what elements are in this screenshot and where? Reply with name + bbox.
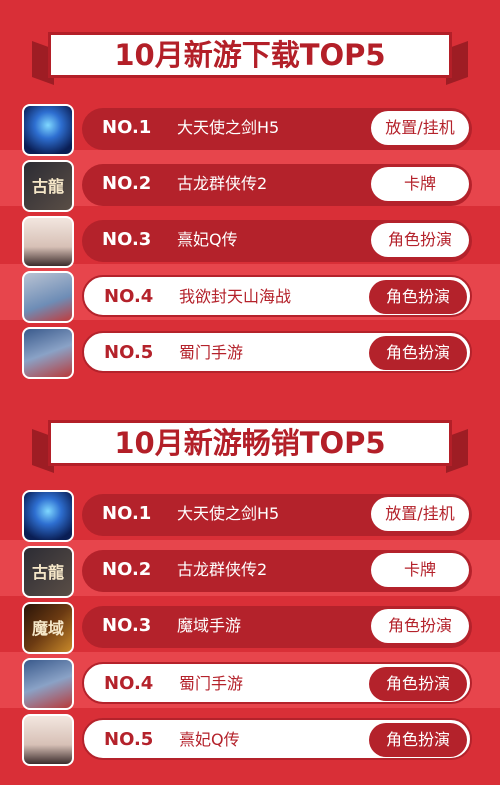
section-title-bestseller: 10月新游畅销TOP5 (48, 420, 452, 466)
shumen-hero-icon (22, 327, 74, 379)
shumen-hero-icon (22, 658, 74, 710)
moyu-logo-icon: 魔域 (22, 602, 74, 654)
genre-tag[interactable]: 角色扮演 (369, 723, 467, 757)
gulong-logo-icon: 古龍 (22, 160, 74, 212)
genre-tag[interactable]: 卡牌 (371, 553, 469, 587)
rank-label: NO.2 (102, 173, 152, 194)
genre-tag[interactable]: 放置/挂机 (371, 497, 469, 531)
genre-tag[interactable]: 角色扮演 (371, 223, 469, 257)
genre-tag[interactable]: 角色扮演 (369, 280, 467, 314)
rank-label: NO.3 (102, 229, 152, 250)
angel-wings-icon (22, 490, 74, 542)
list-item[interactable]: NO.4 蜀门手游 角色扮演 (0, 653, 500, 710)
rank-label: NO.2 (102, 559, 152, 580)
game-name: 大天使之剑H5 (177, 118, 280, 137)
rank-label: NO.5 (104, 729, 154, 750)
list-item[interactable]: NO.5 蜀门手游 角色扮演 (0, 322, 500, 379)
game-name: 古龙群侠传2 (177, 560, 268, 579)
list-item[interactable]: 古龍 NO.2 古龙群侠传2 卡牌 (0, 541, 500, 598)
rank-label: NO.4 (104, 673, 154, 694)
genre-tag[interactable]: 放置/挂机 (371, 111, 469, 145)
rank-label: NO.4 (104, 286, 154, 307)
consort-girl-icon (22, 216, 74, 268)
game-name: 古龙群侠传2 (177, 174, 268, 193)
game-name: 熹妃Q传 (177, 230, 238, 249)
game-name: 蜀门手游 (179, 674, 244, 693)
rank-label: NO.5 (104, 342, 154, 363)
list-item[interactable]: NO.5 熹妃Q传 角色扮演 (0, 709, 500, 766)
game-name: 熹妃Q传 (179, 730, 240, 749)
game-name: 魔域手游 (177, 616, 242, 635)
rank-label: NO.3 (102, 615, 152, 636)
list-item[interactable]: 魔域 NO.3 魔域手游 角色扮演 (0, 597, 500, 654)
list-item[interactable]: NO.4 我欲封天山海战 角色扮演 (0, 266, 500, 323)
list-item[interactable]: 古龍 NO.2 古龙群侠传2 卡牌 (0, 155, 500, 212)
hero-portrait-icon (22, 271, 74, 323)
game-name: 大天使之剑H5 (177, 504, 280, 523)
genre-tag[interactable]: 角色扮演 (369, 336, 467, 370)
list-item[interactable]: NO.1 大天使之剑H5 放置/挂机 (0, 485, 500, 542)
genre-tag[interactable]: 角色扮演 (371, 609, 469, 643)
genre-tag[interactable]: 卡牌 (371, 167, 469, 201)
game-name: 蜀门手游 (179, 343, 244, 362)
rank-label: NO.1 (102, 117, 152, 138)
list-item[interactable]: NO.3 熹妃Q传 角色扮演 (0, 211, 500, 268)
list-item[interactable]: NO.1 大天使之剑H5 放置/挂机 (0, 99, 500, 156)
gulong-logo-icon: 古龍 (22, 546, 74, 598)
genre-tag[interactable]: 角色扮演 (369, 667, 467, 701)
rank-label: NO.1 (102, 503, 152, 524)
angel-wings-icon (22, 104, 74, 156)
section-title-download: 10月新游下载TOP5 (48, 32, 452, 78)
consort-girl-icon (22, 714, 74, 766)
game-name: 我欲封天山海战 (179, 287, 292, 306)
